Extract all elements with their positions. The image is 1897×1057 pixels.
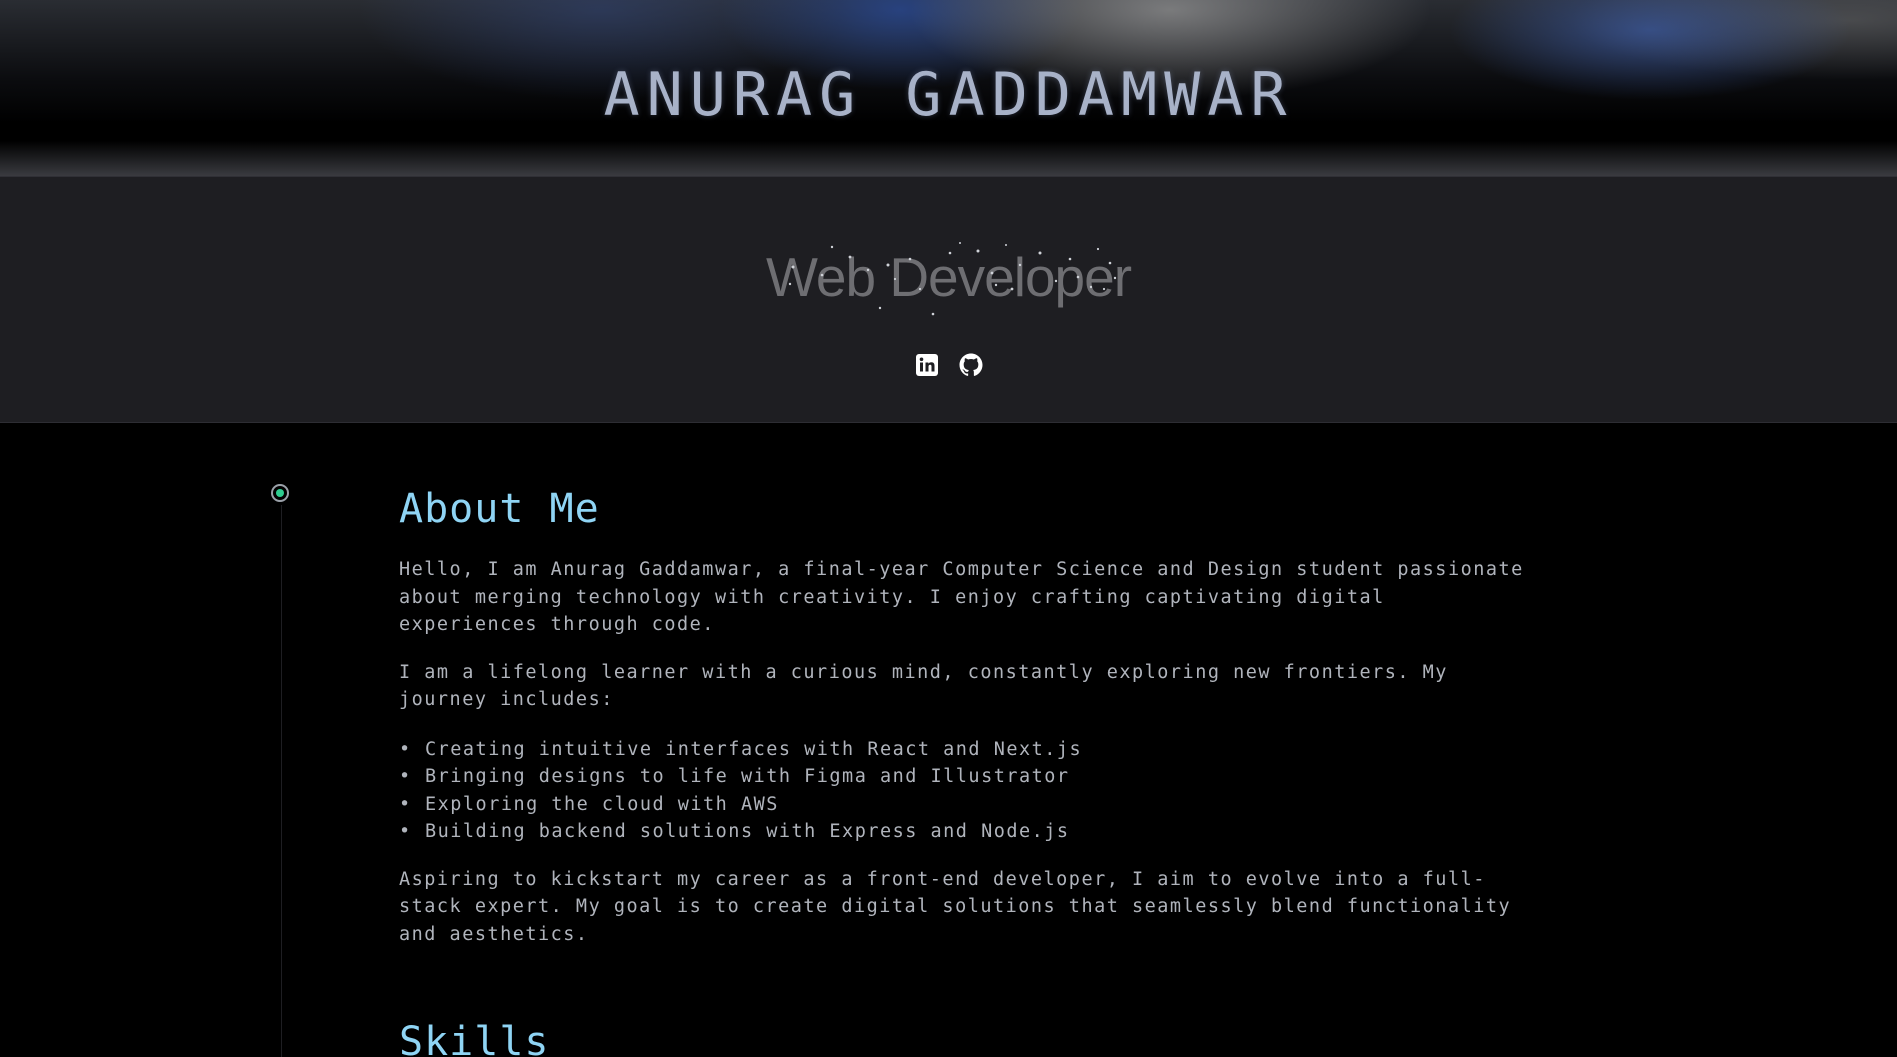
linkedin-icon bbox=[915, 354, 938, 376]
about-intro: Hello, I am Anurag Gaddamwar, a final-ye… bbox=[399, 559, 1524, 635]
header-banner: ANURAG GADDAMWAR bbox=[0, 0, 1897, 176]
social-links bbox=[0, 353, 1897, 377]
list-item: Exploring the cloud with AWS bbox=[399, 791, 1539, 819]
list-item: Bringing designs to life with Figma and … bbox=[399, 763, 1539, 791]
particle-effect bbox=[788, 242, 1117, 316]
hero-section: Web Developer bbox=[0, 176, 1897, 423]
journey-list: Creating intuitive interfaces with React… bbox=[399, 736, 1539, 846]
list-item: Building backend solutions with Express … bbox=[399, 818, 1539, 846]
about-heading: About Me bbox=[399, 486, 600, 532]
timeline-line bbox=[281, 505, 282, 1057]
github-link[interactable] bbox=[959, 353, 983, 377]
skills-heading: Skills bbox=[399, 1019, 550, 1057]
about-section: About Me Hello, I am Anurag Gaddamwar, a… bbox=[399, 484, 1539, 948]
about-closing: Aspiring to kickstart my career as a fro… bbox=[399, 868, 1512, 945]
linkedin-link[interactable] bbox=[915, 353, 939, 377]
timeline-dot bbox=[271, 484, 289, 502]
github-icon bbox=[959, 353, 982, 376]
list-item: Creating intuitive interfaces with React… bbox=[399, 736, 1539, 764]
about-journey-intro: I am a lifelong learner with a curious m… bbox=[399, 661, 1448, 711]
site-title: ANURAG GADDAMWAR bbox=[603, 60, 1294, 130]
